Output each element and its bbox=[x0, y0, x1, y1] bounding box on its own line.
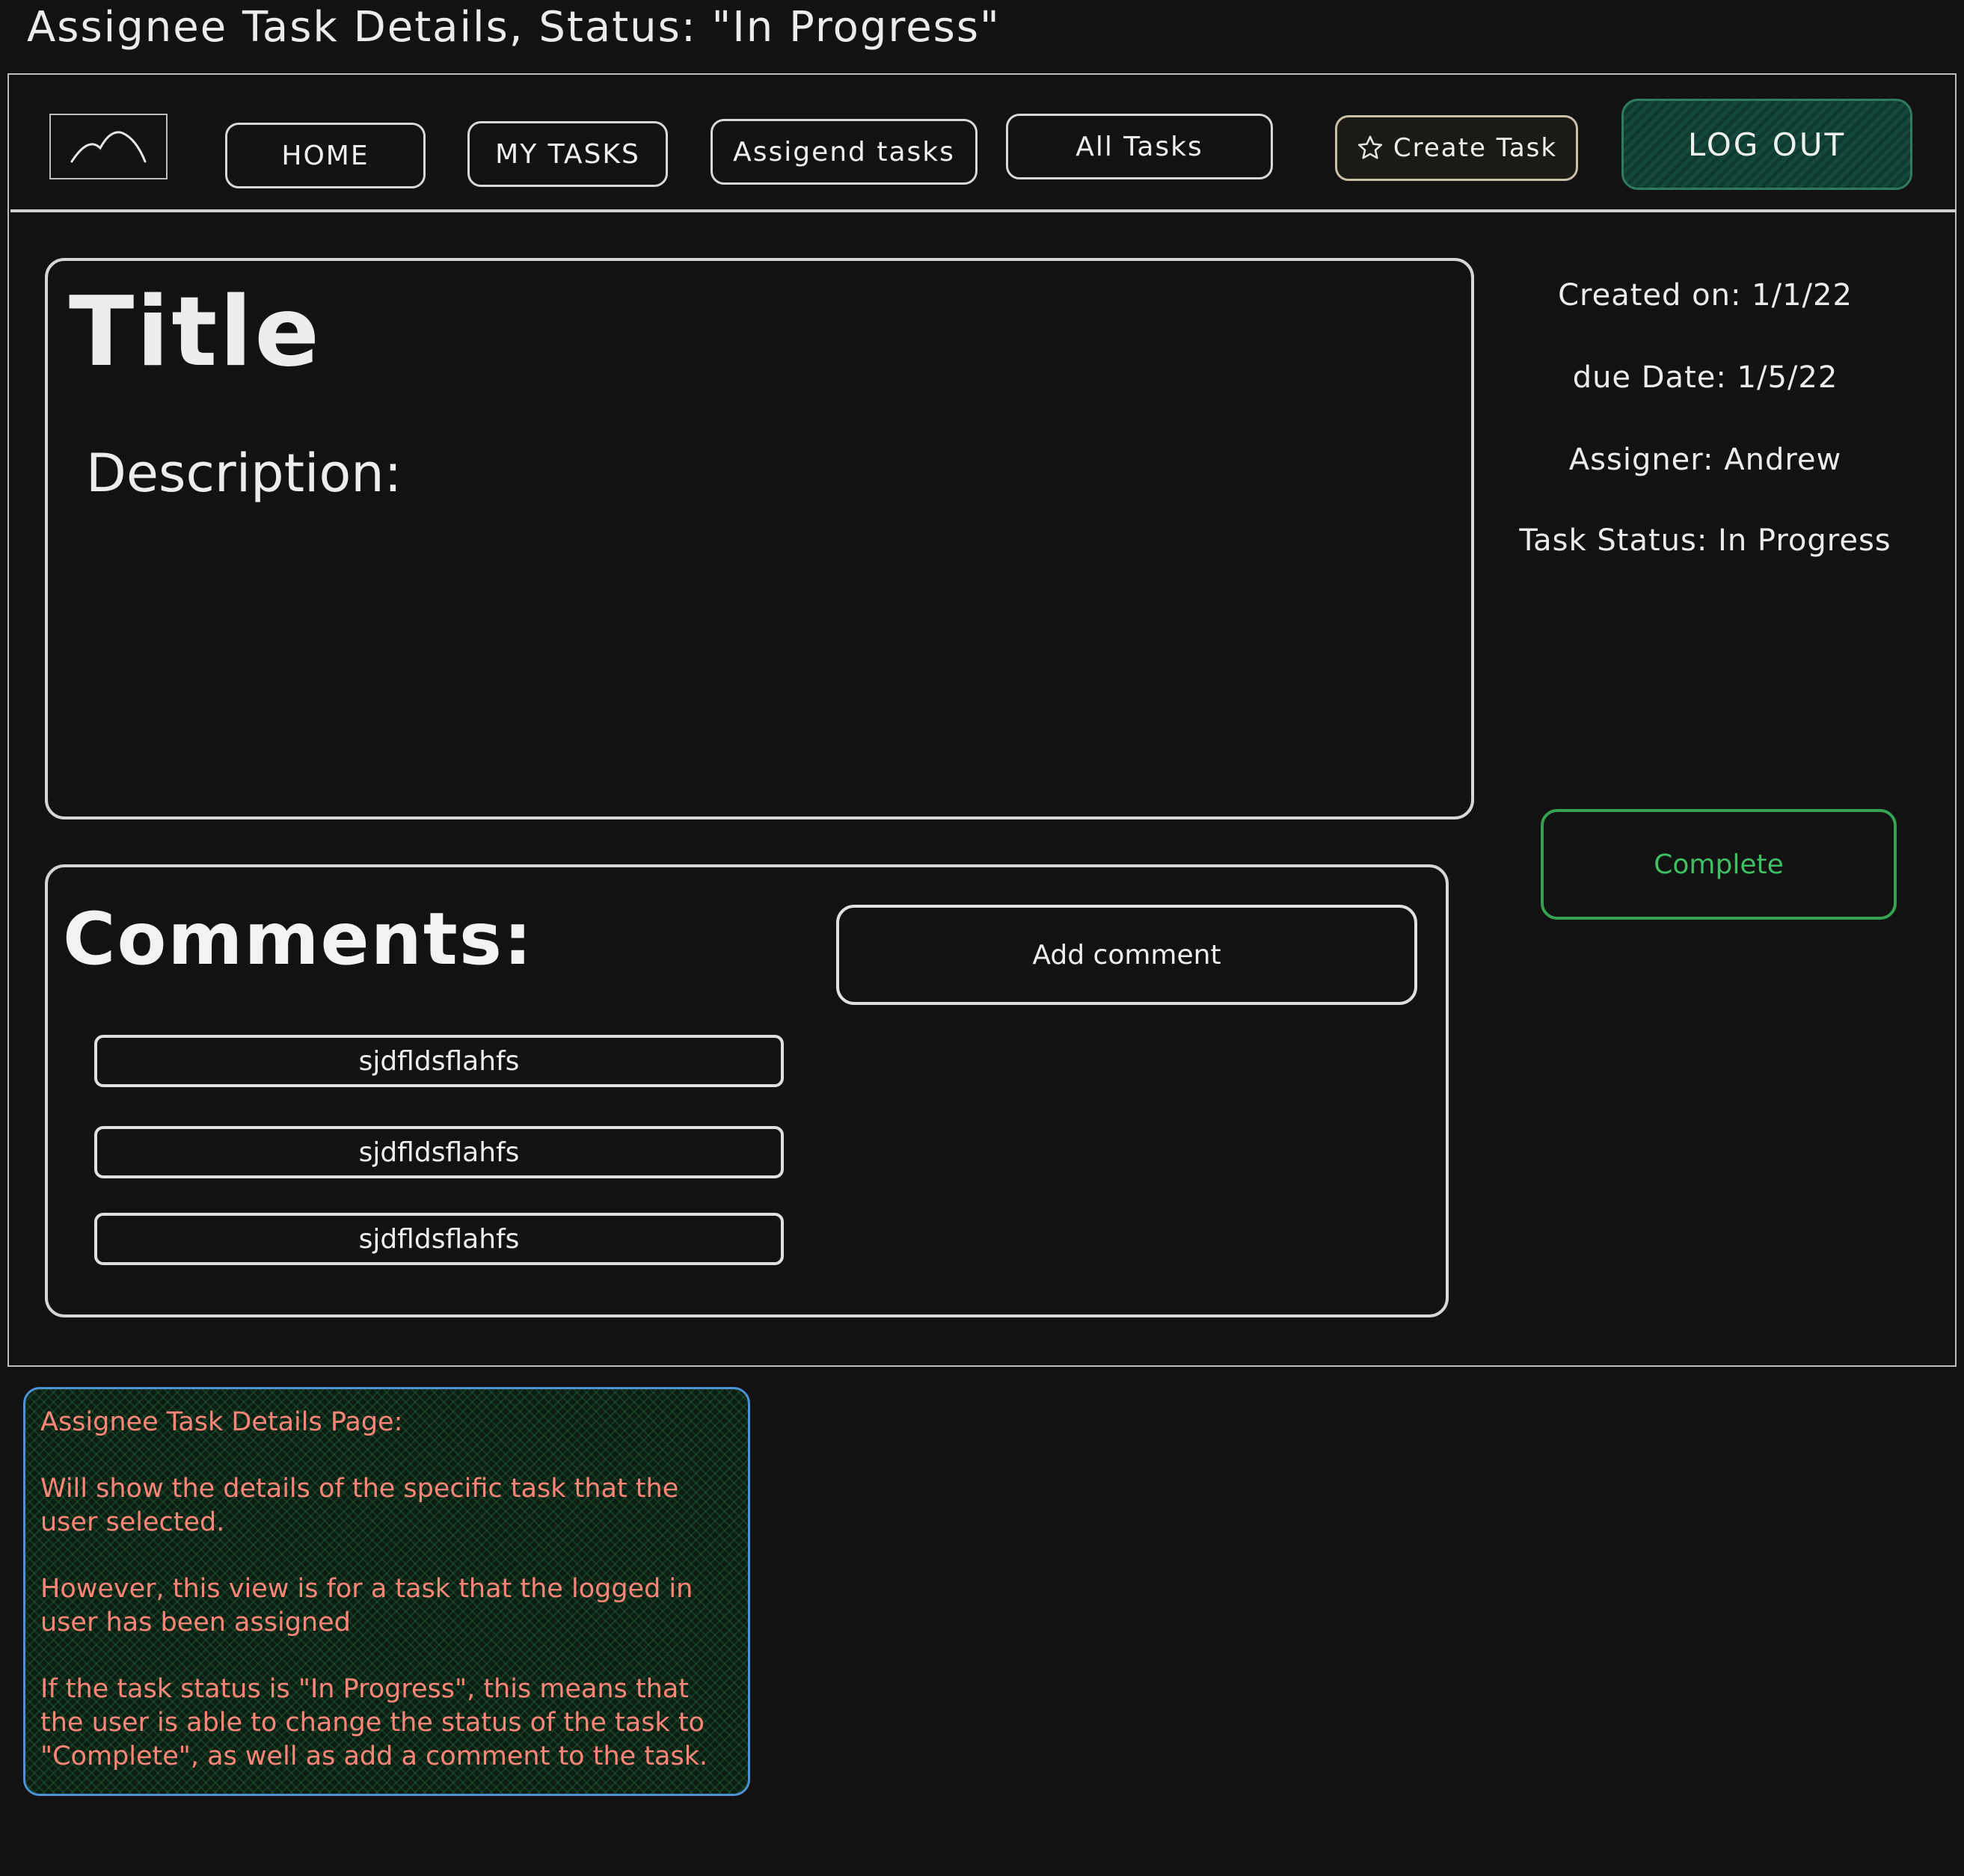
add-comment-button[interactable]: Add comment bbox=[836, 905, 1417, 1005]
my-tasks-button[interactable]: MY TASKS bbox=[467, 121, 668, 187]
create-task-button[interactable]: Create Task bbox=[1335, 115, 1578, 181]
create-task-label: Create Task bbox=[1393, 133, 1558, 163]
comments-label: Comments: bbox=[63, 897, 534, 981]
annotation-note: Assignee Task Details Page: Will show th… bbox=[23, 1387, 750, 1796]
description-label: Description: bbox=[86, 443, 402, 504]
all-tasks-button[interactable]: All Tasks bbox=[1006, 114, 1273, 179]
note-paragraph: Will show the details of the specific ta… bbox=[40, 1474, 679, 1537]
logout-button[interactable]: LOG OUT bbox=[1621, 99, 1912, 190]
image-placeholder-icon bbox=[70, 131, 147, 163]
task-status-text: Task Status: In Progress bbox=[1519, 523, 1891, 558]
star-icon bbox=[1357, 135, 1383, 159]
note-heading: Assignee Task Details Page: bbox=[40, 1407, 403, 1437]
due-date-text: due Date: 1/5/22 bbox=[1572, 360, 1838, 395]
note-paragraph: If the task status is "In Progress", thi… bbox=[40, 1674, 708, 1771]
nav-divider bbox=[10, 209, 1957, 212]
note-paragraph: However, this view is for a task that th… bbox=[40, 1574, 693, 1637]
task-title: Title bbox=[69, 277, 322, 388]
comment-item: sjdfldsflahfs bbox=[94, 1213, 784, 1265]
assigned-tasks-button[interactable]: Assigend tasks bbox=[711, 119, 978, 185]
created-on-text: Created on: 1/1/22 bbox=[1558, 278, 1853, 313]
assigner-text: Assigner: Andrew bbox=[1568, 443, 1842, 477]
home-button[interactable]: HOME bbox=[225, 123, 426, 188]
logo-image-placeholder-icon[interactable] bbox=[49, 114, 168, 179]
comment-item: sjdfldsflahfs bbox=[94, 1035, 784, 1087]
comment-item: sjdfldsflahfs bbox=[94, 1126, 784, 1178]
page-title: Assignee Task Details, Status: "In Progr… bbox=[27, 3, 1001, 52]
complete-button[interactable]: Complete bbox=[1541, 809, 1897, 920]
